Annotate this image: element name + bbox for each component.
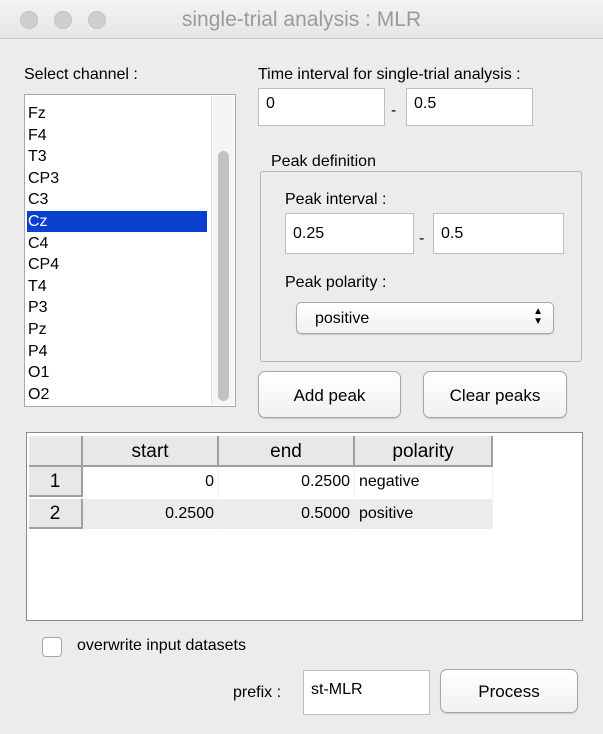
peak-interval-label: Peak interval : — [285, 191, 387, 208]
process-button[interactable]: Process — [440, 669, 578, 713]
peak-definition-title: Peak definition — [268, 153, 379, 171]
prefix-input[interactable]: st-MLR — [303, 670, 430, 715]
channel-item[interactable]: F4 — [27, 125, 207, 146]
title-bar: single-trial analysis : MLR — [0, 0, 603, 39]
peaks-table[interactable]: start end polarity 1 0 0.2500 negative 2 0.25… — [26, 432, 583, 621]
channel-item[interactable]: T4 — [27, 276, 207, 297]
channel-item[interactable]: P3 — [27, 297, 207, 318]
overwrite-label: overwrite input datasets — [77, 637, 246, 654]
cell-end[interactable]: 0.5000 — [219, 499, 355, 529]
channel-item[interactable]: Fz — [27, 103, 207, 124]
overwrite-checkbox[interactable] — [42, 637, 62, 657]
column-header-end[interactable]: end — [219, 436, 355, 467]
peak-end-input[interactable]: 0.5 — [433, 213, 564, 254]
scrollbar-thumb[interactable] — [218, 151, 229, 401]
channel-listbox[interactable]: Fz F4 T3 CP3 C3 Cz C4 CP4 T4 P3 Pz P4 O1 O2 — [24, 94, 236, 407]
channel-item[interactable]: Pz — [27, 319, 207, 340]
channel-item[interactable]: P4 — [27, 341, 207, 362]
cell-polarity[interactable]: positive — [355, 499, 493, 529]
peak-polarity-select[interactable]: positive ▲ ▼ — [296, 302, 554, 334]
channel-item[interactable]: CP4 — [27, 254, 207, 275]
column-header-polarity[interactable]: polarity — [355, 436, 493, 467]
time-interval-label: Time interval for single-trial analysis … — [258, 66, 521, 83]
cell-start[interactable]: 0 — [83, 467, 219, 497]
channel-scrollbar[interactable] — [211, 96, 234, 405]
channel-item[interactable]: CP3 — [27, 168, 207, 189]
select-channel-label: Select channel : — [24, 66, 138, 83]
updown-arrows-icon: ▲ ▼ — [533, 306, 543, 327]
channel-item[interactable]: O1 — [27, 362, 207, 383]
prefix-label: prefix : — [233, 684, 282, 701]
time-start-input[interactable]: 0 — [258, 88, 385, 126]
peak-separator: - — [419, 230, 425, 247]
channel-item[interactable]: O2 — [27, 384, 207, 405]
polarity-value: positive — [315, 310, 370, 327]
peak-start-input[interactable]: 0.25 — [285, 213, 414, 254]
cell-end[interactable]: 0.2500 — [219, 467, 355, 497]
cell-polarity[interactable]: negative — [355, 467, 493, 497]
channel-item[interactable]: C3 — [27, 189, 207, 210]
time-end-input[interactable]: 0.5 — [406, 88, 533, 126]
channel-item[interactable]: Cz — [27, 211, 207, 232]
channel-item[interactable]: C4 — [27, 233, 207, 254]
row-header[interactable]: 2 — [29, 499, 83, 529]
row-header[interactable]: 1 — [29, 467, 83, 497]
clear-peaks-button[interactable]: Clear peaks — [423, 371, 567, 418]
time-separator: - — [391, 102, 397, 119]
window-title: single-trial analysis : MLR — [181, 8, 422, 31]
corner-header — [29, 436, 83, 467]
add-peak-button[interactable]: Add peak — [258, 371, 401, 418]
cell-start[interactable]: 0.2500 — [83, 499, 219, 529]
channel-item[interactable]: T3 — [27, 146, 207, 167]
column-header-start[interactable]: start — [83, 436, 219, 467]
peak-polarity-label: Peak polarity : — [285, 274, 387, 291]
